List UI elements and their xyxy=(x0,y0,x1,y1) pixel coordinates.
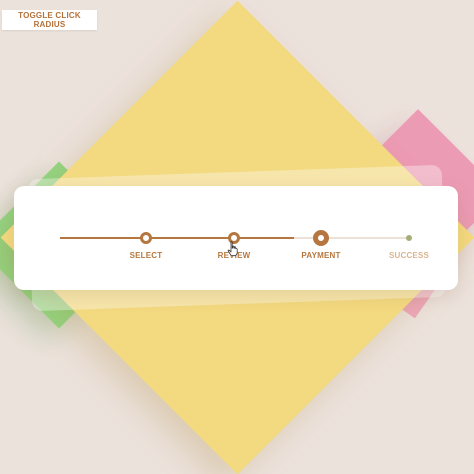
step-select-dot[interactable] xyxy=(140,232,152,244)
progress-line-completed xyxy=(60,237,294,239)
step-payment-label[interactable]: PAYMENT xyxy=(286,251,356,260)
hand-pointer-icon xyxy=(227,241,238,257)
step-payment-dot[interactable] xyxy=(313,230,329,246)
toggle-click-radius-button[interactable]: TOGGLE CLICK RADIUS xyxy=(2,10,97,30)
step-select-label[interactable]: SELECT xyxy=(111,251,181,260)
step-success-label[interactable]: SUCCESS xyxy=(374,251,444,260)
stage: TOGGLE CLICK RADIUS SELECT REVIEW PAYMEN… xyxy=(0,0,474,474)
progress-line-pending xyxy=(294,237,409,239)
step-success-dot[interactable] xyxy=(406,235,412,241)
